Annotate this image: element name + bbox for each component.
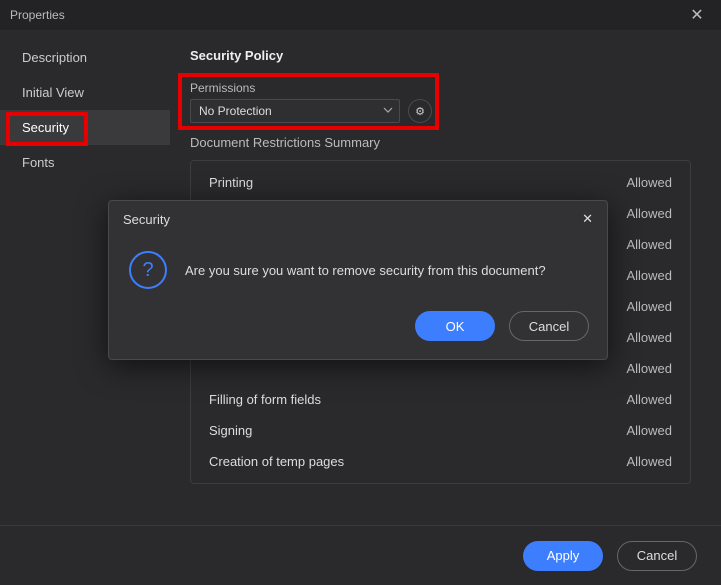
restrictions-header: Document Restrictions Summary [190, 135, 691, 150]
permissions-select-value: No Protection [199, 104, 272, 118]
restriction-value: Allowed [626, 330, 672, 345]
window-close-button[interactable]: ✕ [683, 1, 711, 29]
chevron-down-icon [383, 104, 393, 118]
confirm-dialog: Security ✕ ? Are you sure you want to re… [108, 200, 608, 360]
permissions-select[interactable]: No Protection [190, 99, 400, 123]
restriction-value: Allowed [626, 206, 672, 221]
restriction-value: Allowed [626, 237, 672, 252]
dialog-close-button[interactable]: ✕ [582, 211, 593, 227]
sidebar-item-initial-view[interactable]: Initial View [0, 75, 170, 110]
restriction-value: Allowed [626, 299, 672, 314]
restriction-value: Allowed [626, 423, 672, 438]
cancel-button[interactable]: Cancel [617, 541, 697, 571]
apply-button[interactable]: Apply [523, 541, 603, 571]
restriction-label: Printing [209, 175, 253, 190]
restriction-row: Printing Allowed [191, 167, 690, 198]
restriction-label: Creation of temp pages [209, 454, 344, 469]
dialog-ok-button[interactable]: OK [415, 311, 495, 341]
restriction-value: Allowed [626, 361, 672, 376]
question-icon: ? [129, 251, 167, 289]
section-title: Security Policy [190, 48, 691, 63]
close-icon: ✕ [690, 5, 703, 25]
sidebar-item-fonts[interactable]: Fonts [0, 145, 170, 180]
footer: Apply Cancel [0, 525, 721, 585]
close-icon: ✕ [582, 211, 593, 226]
restriction-value: Allowed [626, 454, 672, 469]
gear-icon: ⚙ [415, 105, 425, 118]
restriction-value: Allowed [626, 175, 672, 190]
dialog-cancel-button[interactable]: Cancel [509, 311, 589, 341]
restriction-value: Allowed [626, 268, 672, 283]
restriction-row: Creation of temp pages Allowed [191, 446, 690, 477]
sidebar-item-security[interactable]: Security [0, 110, 170, 145]
restriction-label: Filling of form fields [209, 392, 321, 407]
dialog-title: Security [123, 212, 170, 227]
permissions-settings-button[interactable]: ⚙ [408, 99, 432, 123]
sidebar-item-description[interactable]: Description [0, 40, 170, 75]
restriction-value: Allowed [626, 392, 672, 407]
permissions-label: Permissions [190, 81, 691, 95]
dialog-message: Are you sure you want to remove security… [185, 263, 546, 278]
restriction-row: Filling of form fields Allowed [191, 384, 690, 415]
restriction-label: Signing [209, 423, 252, 438]
window-title: Properties [10, 8, 65, 22]
restriction-row: Signing Allowed [191, 415, 690, 446]
